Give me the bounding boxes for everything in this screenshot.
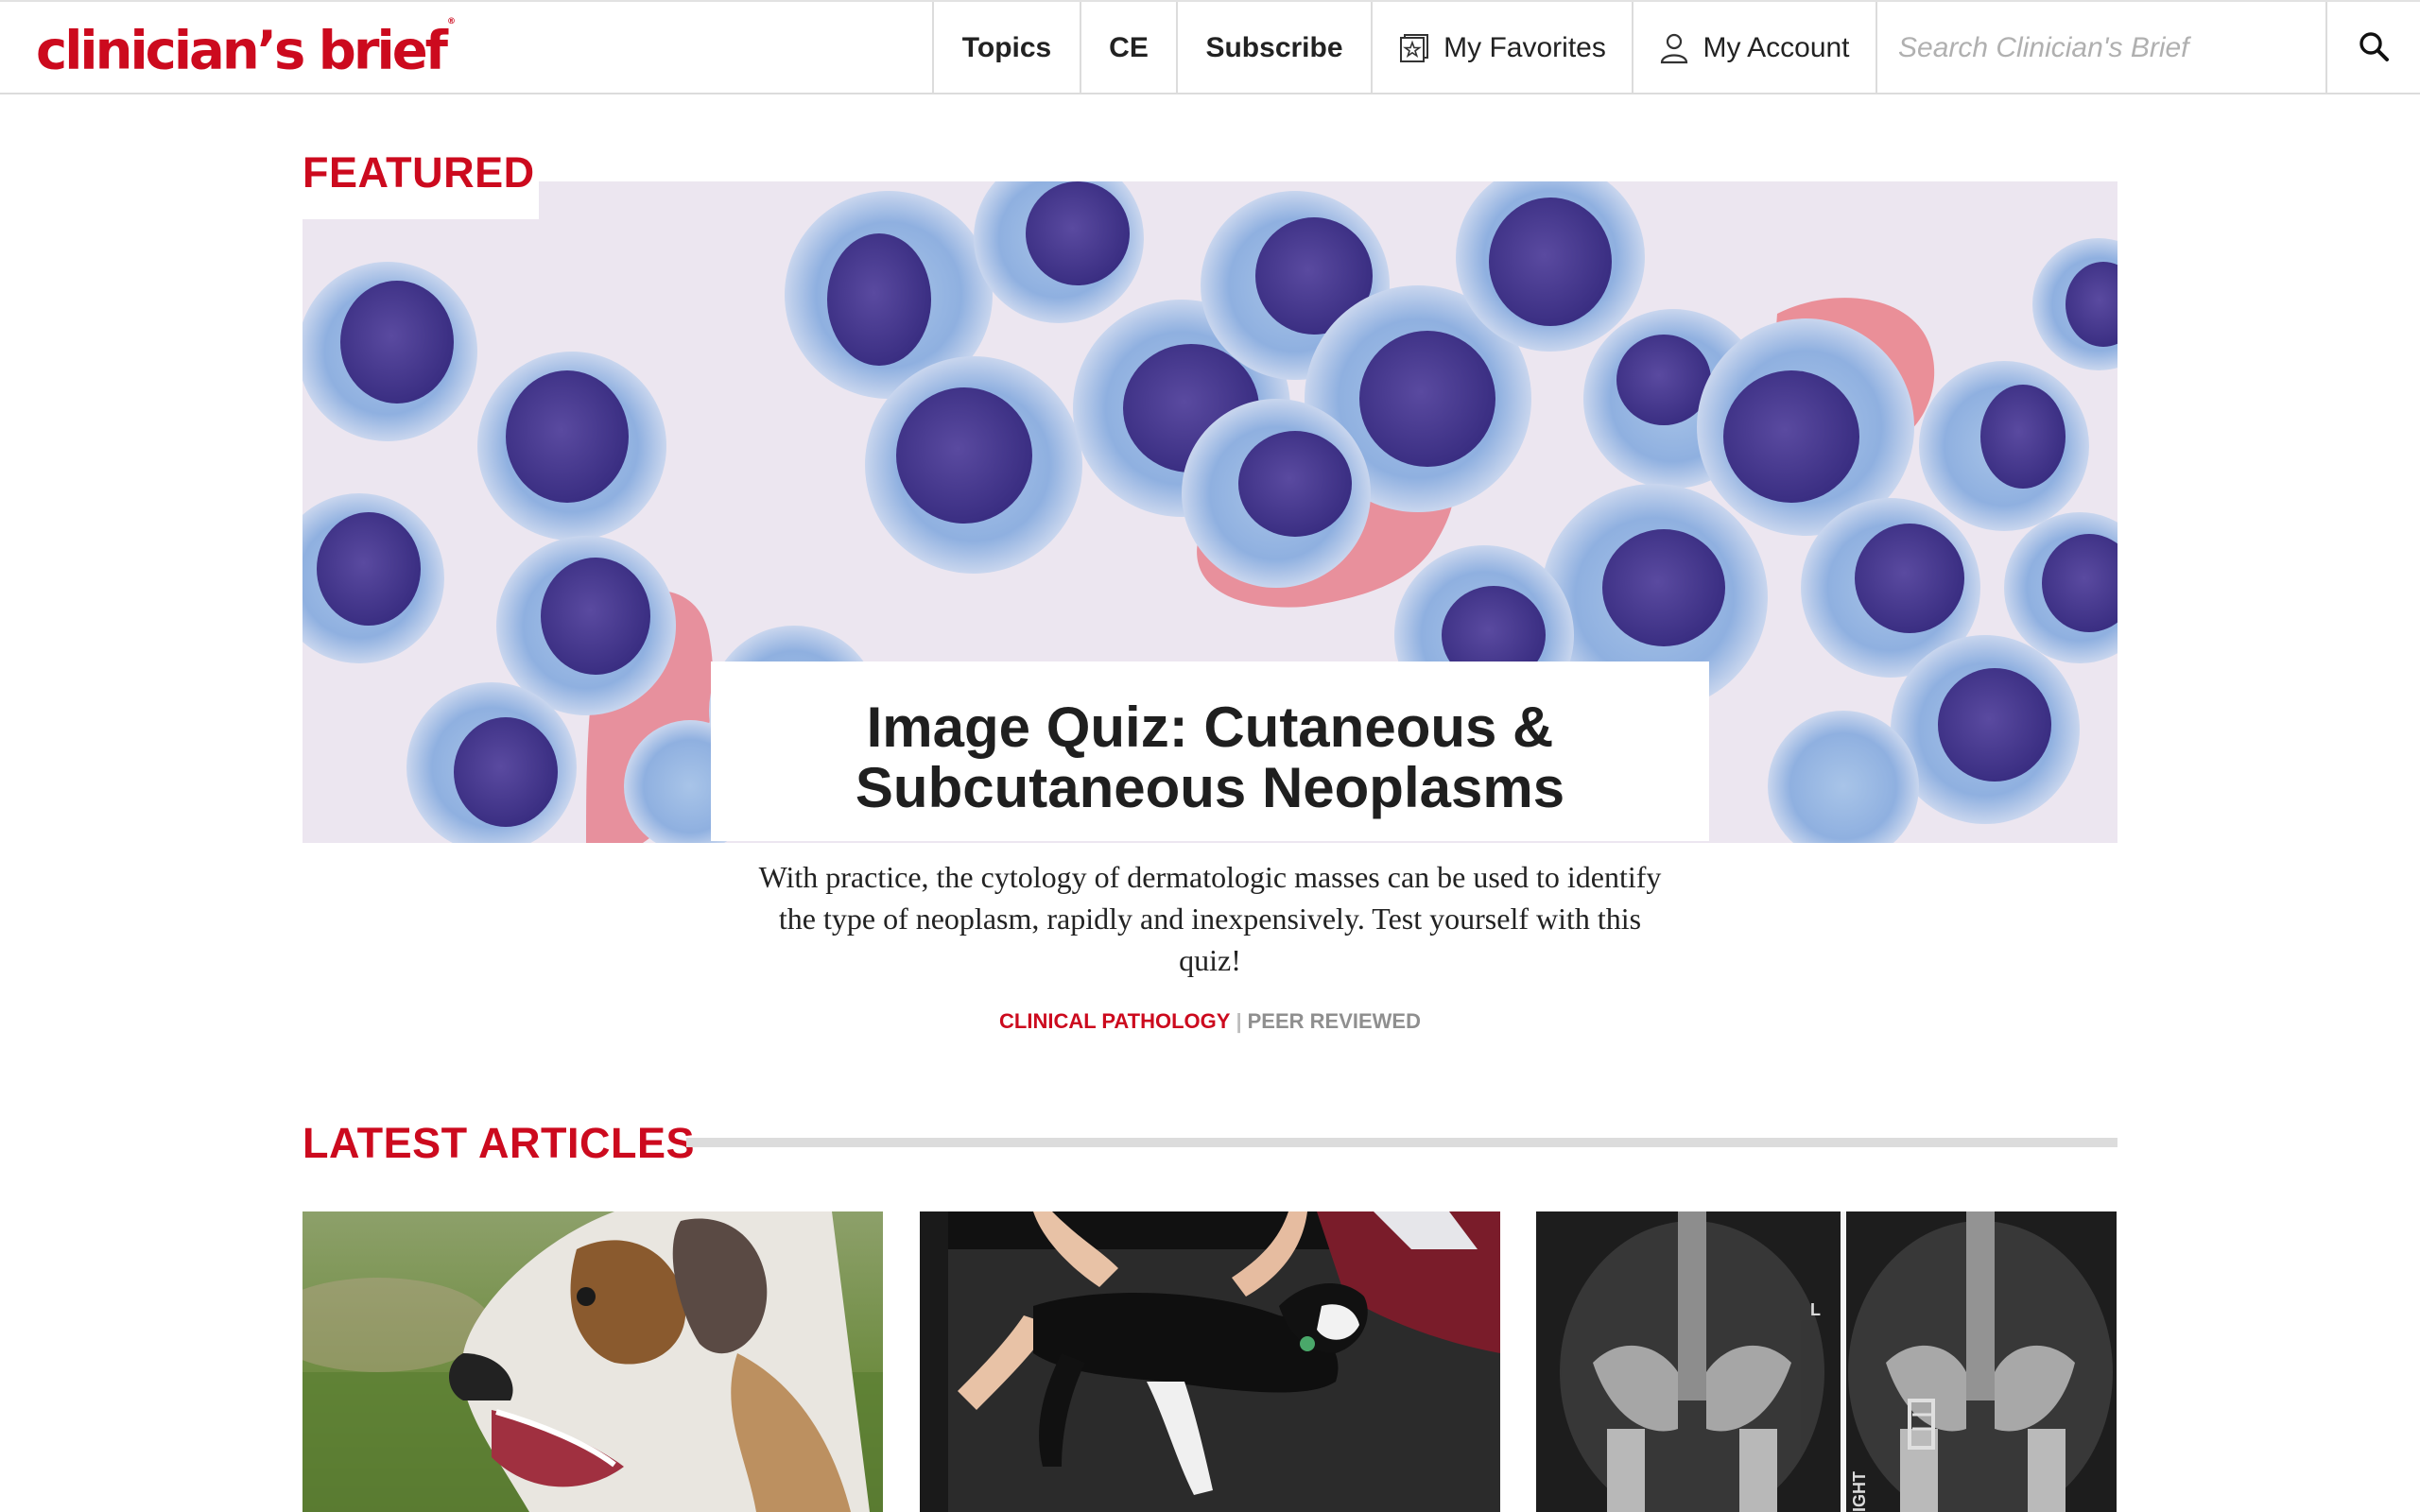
nav-favorites-label: My Favorites <box>1443 32 1606 63</box>
logo-text: clinician’s brief <box>36 20 448 82</box>
registered-mark: ® <box>447 17 457 26</box>
tag-peer-reviewed: PEER REVIEWED <box>1247 1009 1421 1033</box>
nav-subscribe[interactable]: Subscribe <box>1176 2 1371 94</box>
site-header: clinician’s brief ® Topics CE Subscribe M… <box>0 0 2420 94</box>
site-logo[interactable]: clinician’s brief ® <box>36 15 457 82</box>
featured-article-tags: CLINICAL PATHOLOGY | PEER REVIEWED <box>737 1009 1683 1034</box>
user-icon <box>1659 32 1689 64</box>
search-icon <box>2358 30 2390 67</box>
tag-separator: | <box>1236 1009 1242 1033</box>
article-card-3[interactable]: L IGHT <box>1536 1211 2117 1512</box>
nav-subscribe-label: Subscribe <box>1205 32 1343 63</box>
search-box <box>1876 2 2327 94</box>
radiograph-marker-l: L <box>1810 1300 1821 1319</box>
featured-article-description: With practice, the cytology of dermatolo… <box>758 860 1662 977</box>
latest-articles-label: LATEST ARTICLES <box>302 1119 695 1167</box>
search-button[interactable] <box>2325 2 2420 94</box>
dog-exam-image <box>920 1211 1500 1512</box>
pelvis-radiograph-image: L IGHT <box>1536 1211 2117 1512</box>
favorites-icon <box>1398 32 1430 64</box>
nav-ce-label: CE <box>1109 32 1149 63</box>
search-input[interactable] <box>1877 2 2327 94</box>
australian-shepherd-image <box>302 1211 883 1512</box>
featured-title-card: Image Quiz: Cutaneous & Subcutaneous Neo… <box>711 662 1709 841</box>
nav-ce[interactable]: CE <box>1080 2 1176 94</box>
nav-my-account[interactable]: My Account <box>1632 2 1876 94</box>
tag-clinical-pathology[interactable]: CLINICAL PATHOLOGY <box>999 1009 1230 1033</box>
radiograph-marker-right: IGHT <box>1850 1471 1869 1512</box>
nav-my-favorites[interactable]: My Favorites <box>1371 2 1632 94</box>
article-card-1[interactable] <box>302 1211 883 1512</box>
featured-article-title[interactable]: Image Quiz: Cutaneous & Subcutaneous Neo… <box>737 697 1683 818</box>
featured-section-label: FEATURED <box>302 140 539 219</box>
nav-account-label: My Account <box>1703 32 1850 63</box>
section-divider <box>686 1138 2118 1147</box>
article-card-2[interactable] <box>920 1211 1500 1512</box>
nav-topics-label: Topics <box>961 32 1052 63</box>
nav-topics[interactable]: Topics <box>932 2 1080 94</box>
